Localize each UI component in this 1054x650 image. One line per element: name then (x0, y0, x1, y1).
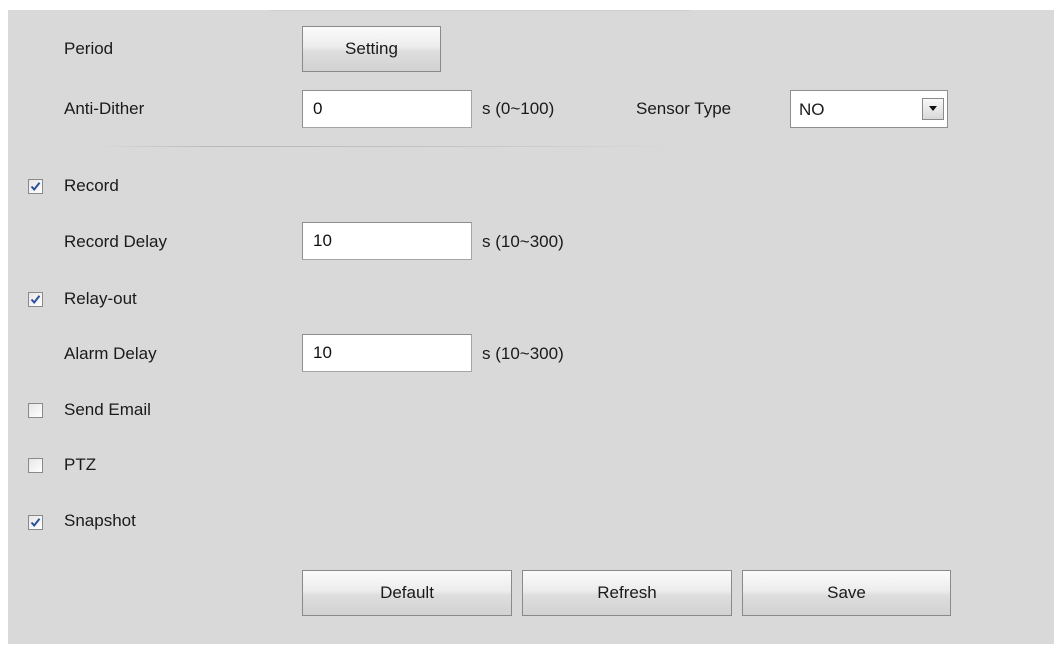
sensor-type-select[interactable]: NO (790, 90, 948, 128)
section-divider (100, 146, 680, 147)
check-icon (30, 518, 41, 528)
anti-dither-input[interactable] (302, 90, 472, 128)
record-label: Record (64, 176, 119, 195)
snapshot-checkbox[interactable] (28, 515, 43, 530)
relay-out-label: Relay-out (64, 289, 137, 308)
send-email-label: Send Email (64, 400, 151, 419)
chevron-down-icon[interactable] (922, 98, 944, 120)
alarm-delay-label: Alarm Delay (64, 344, 157, 363)
send-email-checkbox[interactable] (28, 403, 43, 418)
sensor-type-label: Sensor Type (636, 99, 732, 118)
refresh-button[interactable]: Refresh (522, 570, 732, 616)
top-divider (270, 10, 690, 11)
check-icon (30, 182, 41, 192)
ptz-label: PTZ (64, 455, 97, 474)
relay-out-checkbox[interactable] (28, 292, 43, 307)
anti-dither-label: Anti-Dither (64, 99, 145, 118)
save-button[interactable]: Save (742, 570, 951, 616)
record-checkbox[interactable] (28, 179, 43, 194)
sensor-type-value: NO (799, 100, 825, 119)
alarm-delay-unit: s (10~300) (482, 344, 564, 363)
anti-dither-unit: s (0~100) (482, 99, 555, 118)
record-delay-unit: s (10~300) (482, 232, 564, 251)
period-label: Period (64, 39, 114, 58)
default-button[interactable]: Default (302, 570, 512, 616)
record-delay-input[interactable] (302, 222, 472, 260)
snapshot-label: Snapshot (64, 511, 136, 530)
alarm-delay-input[interactable] (302, 334, 472, 372)
period-setting-button[interactable]: Setting (302, 26, 441, 72)
ptz-checkbox[interactable] (28, 458, 43, 473)
record-delay-label: Record Delay (64, 232, 167, 251)
check-icon (30, 295, 41, 305)
